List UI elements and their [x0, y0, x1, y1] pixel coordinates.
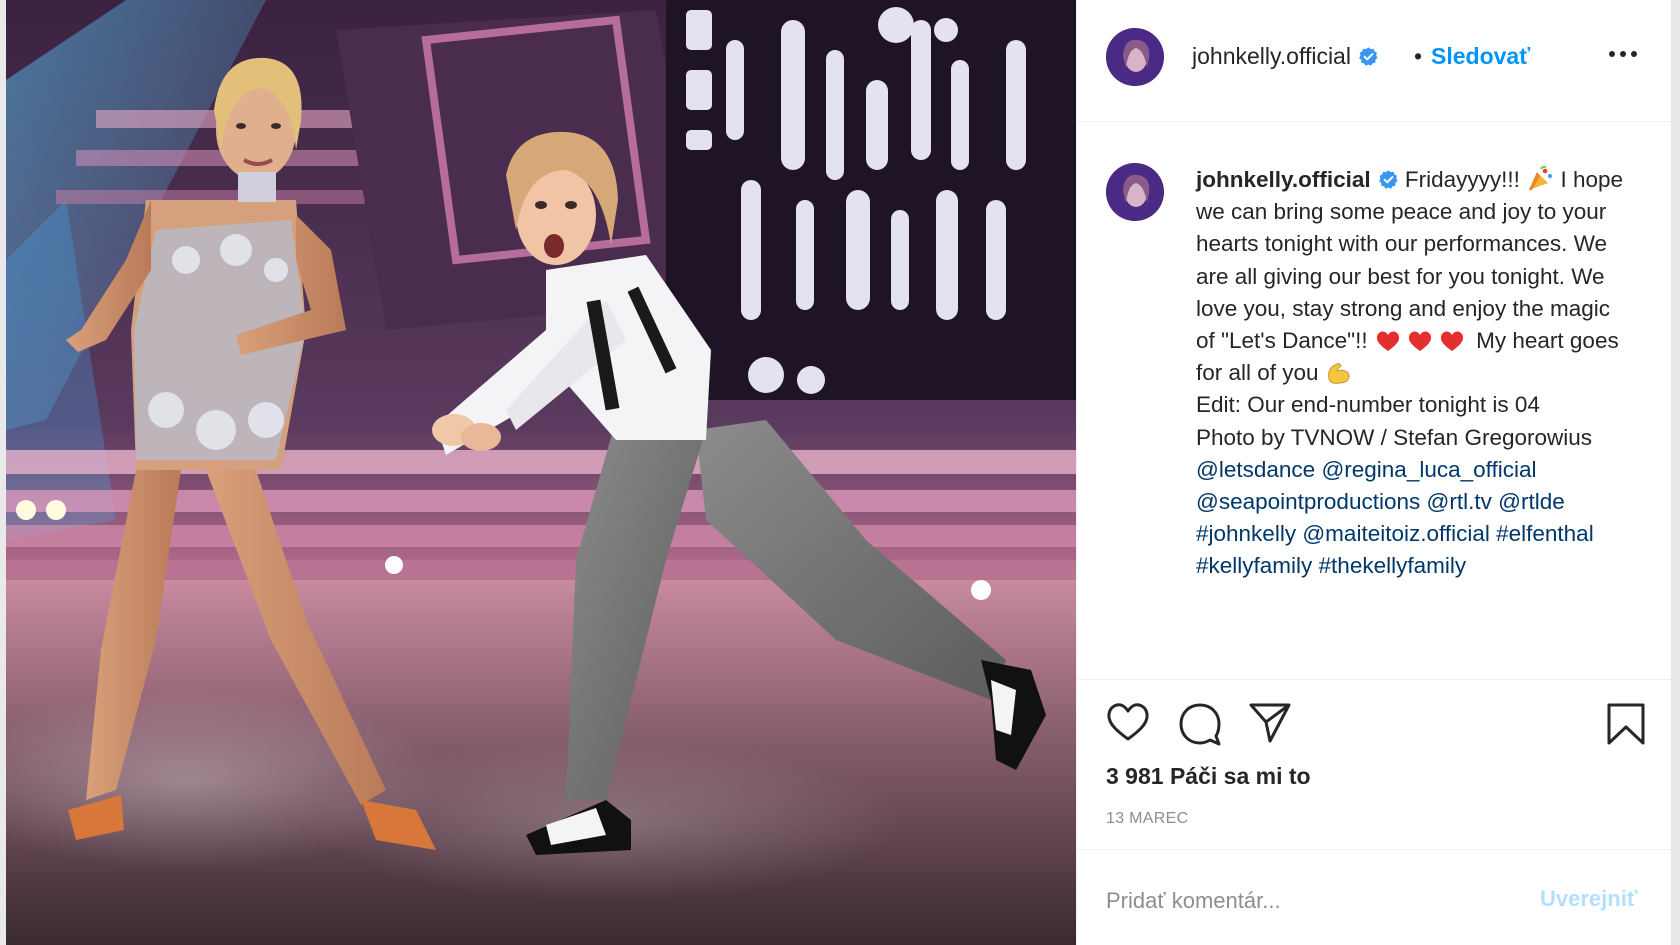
- heart-icon[interactable]: [1106, 702, 1150, 747]
- post-date: 13 MAREC: [1106, 810, 1189, 827]
- flexed-biceps-icon: [1327, 363, 1350, 384]
- hearts-emoji-icon: [1376, 331, 1463, 352]
- avatar[interactable]: [1106, 163, 1164, 221]
- tag-link[interactable]: @maiteitoiz.official: [1302, 521, 1490, 546]
- caption-tags: @letsdance @regina_luca_official @seapoi…: [1196, 454, 1626, 583]
- caption-username[interactable]: johnkelly.official: [1196, 167, 1371, 192]
- comment-icon[interactable]: [1178, 702, 1222, 751]
- caption-edit-line: Edit: Our end-number tonight is 04: [1196, 392, 1540, 418]
- likes-count[interactable]: 3 981 Páči sa mi to: [1106, 763, 1311, 790]
- bookmark-icon[interactable]: [1606, 702, 1646, 751]
- tag-link[interactable]: @letsdance: [1196, 457, 1315, 482]
- username-text[interactable]: johnkelly.official: [1192, 43, 1351, 69]
- post-comment-button[interactable]: Uverejniť: [1540, 886, 1637, 912]
- instagram-post-view: johnkelly.official • Sledovať johnkelly.…: [0, 0, 1680, 945]
- tag-link[interactable]: #thekellyfamily: [1319, 553, 1467, 578]
- tag-link[interactable]: #elfenthal: [1496, 521, 1594, 546]
- tag-link[interactable]: @regina_luca_official: [1321, 457, 1536, 482]
- more-horizontal-icon[interactable]: [1607, 44, 1639, 64]
- caption-text: johnkelly.official Fridayyyy!!! I hope w…: [1196, 164, 1626, 583]
- comment-input[interactable]: [1106, 886, 1506, 916]
- tag-link[interactable]: #johnkelly: [1196, 521, 1296, 546]
- header-separator: •: [1414, 43, 1423, 69]
- verified-badge-icon: [1378, 170, 1398, 189]
- tag-link[interactable]: @rtlde: [1498, 489, 1565, 514]
- post-header: johnkelly.official • Sledovať: [1077, 0, 1671, 122]
- tag-link[interactable]: @seapointproductions: [1196, 489, 1420, 514]
- avatar[interactable]: [1106, 28, 1164, 86]
- header-username[interactable]: johnkelly.official: [1192, 43, 1379, 70]
- tag-link[interactable]: @rtl.tv: [1427, 489, 1492, 514]
- page-gutter: [1671, 0, 1680, 945]
- post-photo[interactable]: [6, 0, 1076, 945]
- verified-badge-icon: [1359, 47, 1378, 66]
- post-side-panel: johnkelly.official • Sledovať johnkelly.…: [1076, 0, 1671, 945]
- follow-button[interactable]: Sledovať: [1431, 43, 1530, 70]
- caption-body: I hope we can bring some peace and joy t…: [1196, 167, 1624, 354]
- post-actions: 3 981 Páči sa mi to 13 MAREC: [1077, 680, 1671, 850]
- caption-intro: Fridayyyy!!!: [1404, 167, 1520, 192]
- caption-photo-credit: Photo by TVNOW / Stefan Gregorowius: [1196, 424, 1593, 450]
- tag-link[interactable]: #kellyfamily: [1196, 553, 1312, 578]
- paper-plane-icon[interactable]: [1248, 702, 1292, 749]
- caption-area: johnkelly.official Fridayyyy!!! I hope w…: [1077, 122, 1671, 680]
- party-popper-icon: [1529, 166, 1553, 190]
- comment-box: Uverejniť: [1077, 850, 1671, 945]
- dance-stage-photo: [6, 0, 1076, 945]
